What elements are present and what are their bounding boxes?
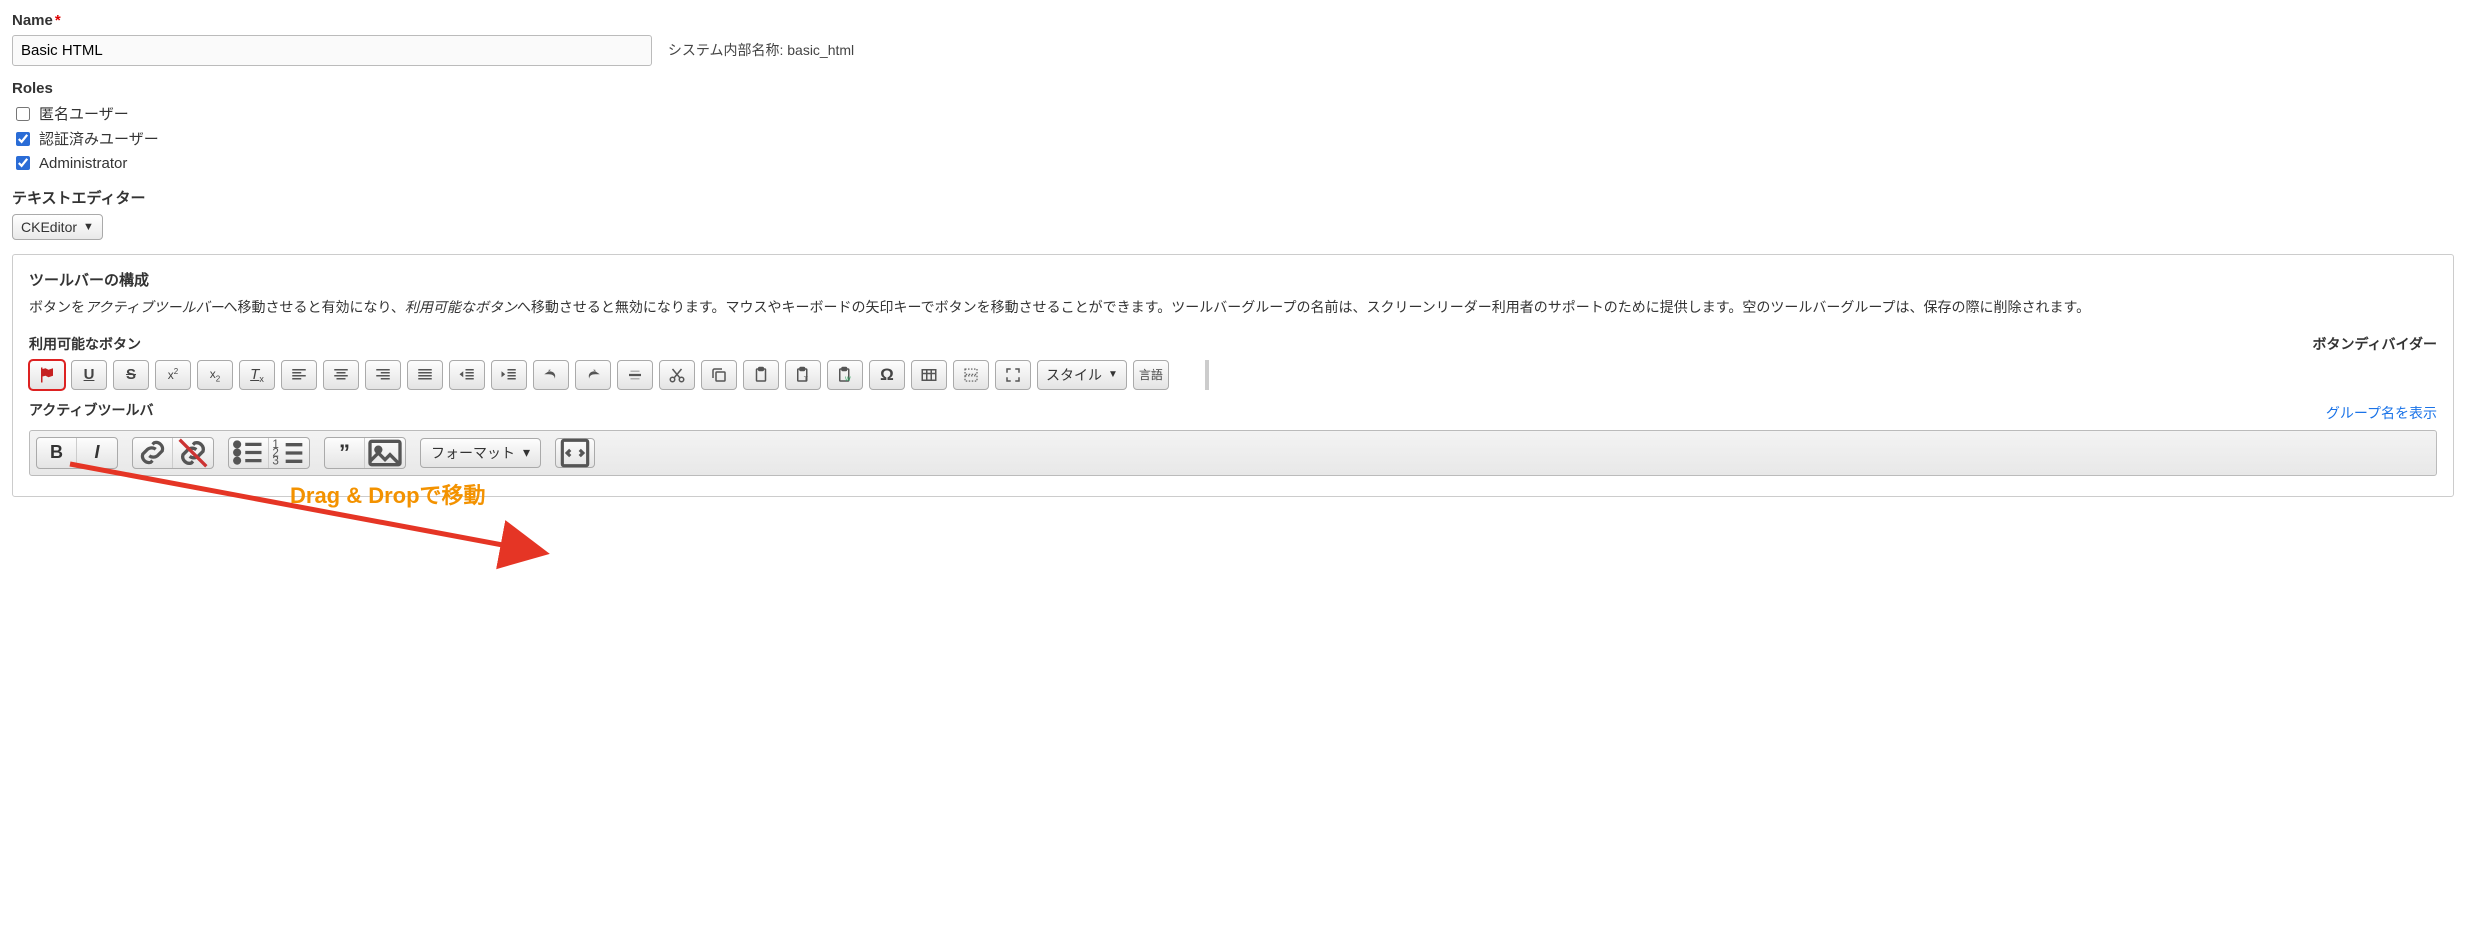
group-links [132, 437, 214, 469]
active-toolbar-label: アクティブツールバ [29, 400, 153, 420]
role-administrator-label: Administrator [39, 155, 127, 172]
name-input[interactable] [12, 35, 652, 66]
align-left-icon[interactable] [281, 360, 317, 390]
role-authenticated-label: 認証済みユーザー [39, 128, 159, 149]
remove-format-icon[interactable]: Tx [239, 360, 275, 390]
name-label: Name* [12, 12, 2454, 29]
roles-label: Roles [12, 80, 2454, 97]
svg-text:W: W [845, 377, 851, 383]
available-buttons-row: U S x2 x2 Tx T W Ω スタイル ▼ 言語 [29, 360, 2437, 390]
role-authenticated-row: 認証済みユーザー [12, 128, 2454, 149]
paste-icon[interactable] [743, 360, 779, 390]
paste-word-icon[interactable]: W [827, 360, 863, 390]
superscript-icon[interactable]: x2 [155, 360, 191, 390]
button-divider-label: ボタンディバイダー [2313, 334, 2437, 354]
group-media: ” [324, 437, 406, 469]
source-icon[interactable] [555, 438, 595, 468]
toolbar-config-panel: ツールバーの構成 ボタンをアクティブツールバーへ移動させると有効になり、利用可能… [12, 254, 2454, 497]
outdent-icon[interactable] [449, 360, 485, 390]
svg-text:T: T [804, 376, 808, 383]
undo-icon[interactable] [533, 360, 569, 390]
align-center-icon[interactable] [323, 360, 359, 390]
role-authenticated-checkbox[interactable] [16, 132, 30, 146]
show-group-names-link[interactable]: グループ名を表示 [2326, 403, 2437, 423]
italic-icon[interactable]: I [77, 438, 117, 468]
strikethrough-icon[interactable]: S [113, 360, 149, 390]
image-icon[interactable] [365, 438, 405, 468]
language-button[interactable]: 言語 [1133, 360, 1169, 390]
bold-icon[interactable]: B [37, 438, 77, 468]
role-anonymous-label: 匿名ユーザー [39, 103, 129, 124]
text-editor-select[interactable]: CKEditor ▼ [12, 214, 103, 240]
role-administrator-row: Administrator [12, 153, 2454, 173]
indent-icon[interactable] [491, 360, 527, 390]
roles-field: Roles 匿名ユーザー 認証済みユーザー Administrator [12, 80, 2454, 173]
name-field: Name* システム内部名称: basic_html [12, 12, 2454, 66]
machine-name-suffix: システム内部名称: basic_html [668, 42, 854, 58]
show-blocks-icon[interactable] [953, 360, 989, 390]
button-divider-slot[interactable] [1205, 360, 1209, 390]
table-icon[interactable] [911, 360, 947, 390]
chevron-down-icon: ▾ [523, 444, 530, 461]
format-dropdown[interactable]: フォーマット ▾ [420, 438, 541, 468]
blockquote-icon[interactable]: ” [325, 438, 365, 468]
chevron-down-icon: ▼ [1108, 369, 1118, 380]
svg-text:3: 3 [272, 454, 278, 467]
text-editor-field: テキストエディター CKEditor ▼ [12, 187, 2454, 240]
role-anonymous-row: 匿名ユーザー [12, 103, 2454, 124]
align-justify-icon[interactable] [407, 360, 443, 390]
link-icon[interactable] [133, 438, 173, 468]
flag-icon[interactable] [29, 360, 65, 390]
text-editor-label: テキストエディター [12, 187, 2454, 208]
maximize-icon[interactable] [995, 360, 1031, 390]
align-right-icon[interactable] [365, 360, 401, 390]
cut-icon[interactable] [659, 360, 695, 390]
active-toolbar: B I 123 ” フォーマット ▾ [29, 430, 2437, 476]
bullet-list-icon[interactable] [229, 438, 269, 468]
available-buttons-label: 利用可能なボタン [29, 334, 141, 354]
required-mark: * [55, 12, 61, 29]
styles-dropdown[interactable]: スタイル ▼ [1037, 360, 1127, 390]
horizontal-rule-icon[interactable] [617, 360, 653, 390]
group-formatting: B I [36, 437, 118, 469]
role-anonymous-checkbox[interactable] [16, 107, 30, 121]
subscript-icon[interactable]: x2 [197, 360, 233, 390]
active-label-row: アクティブツールバ グループ名を表示 [29, 400, 2437, 426]
numbered-list-icon[interactable]: 123 [269, 438, 309, 468]
special-char-icon[interactable]: Ω [869, 360, 905, 390]
paste-text-icon[interactable]: T [785, 360, 821, 390]
unlink-icon[interactable] [173, 438, 213, 468]
copy-icon[interactable] [701, 360, 737, 390]
redo-icon[interactable] [575, 360, 611, 390]
role-administrator-checkbox[interactable] [16, 156, 30, 170]
chevron-down-icon: ▼ [83, 221, 94, 233]
toolbar-config-title: ツールバーの構成 [29, 269, 2437, 290]
available-section-header: 利用可能なボタン ボタンディバイダー [29, 334, 2437, 360]
toolbar-config-description: ボタンをアクティブツールバーへ移動させると有効になり、利用可能なボタンへ移動させ… [29, 296, 2437, 320]
group-lists: 123 [228, 437, 310, 469]
underline-icon[interactable]: U [71, 360, 107, 390]
